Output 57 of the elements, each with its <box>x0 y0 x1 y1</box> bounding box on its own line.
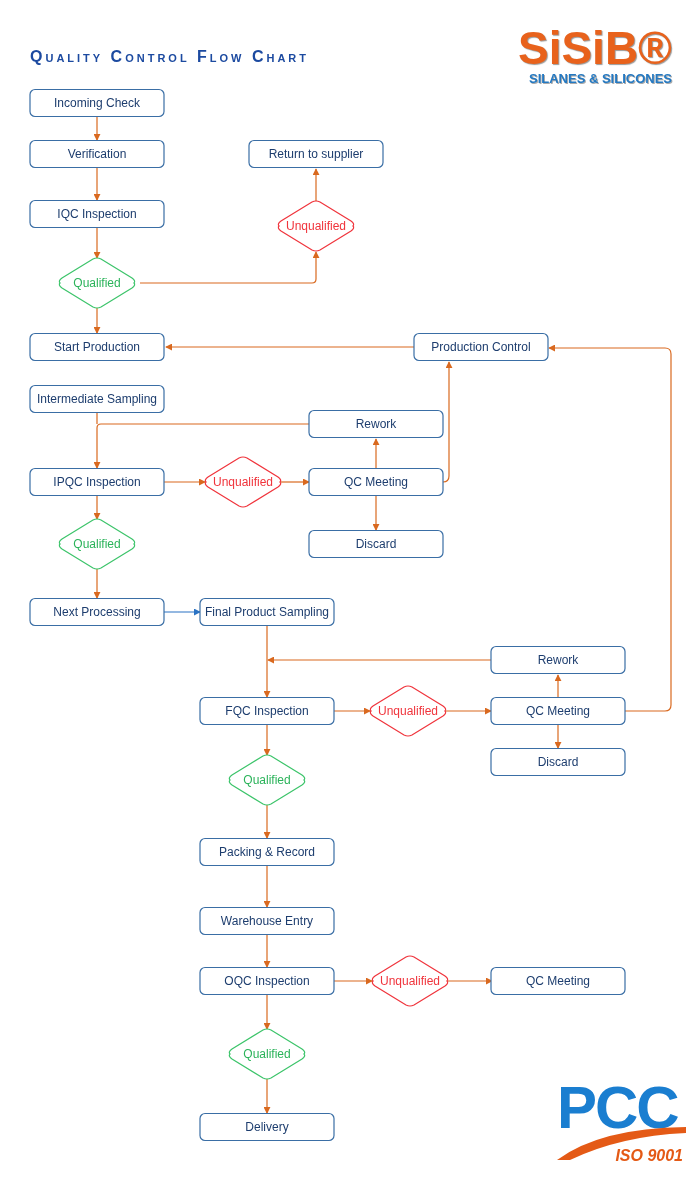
connector-arrow <box>263 934 271 968</box>
process-node: QC Meeting <box>308 467 444 497</box>
connector-arrow <box>333 707 371 715</box>
connector-arrow <box>93 495 101 520</box>
process-node: Rework <box>308 409 444 439</box>
process-node: Intermediate Sampling <box>29 384 165 414</box>
process-node: IPQC Inspection <box>29 467 165 497</box>
process-node: Delivery <box>199 1112 335 1142</box>
process-node: Rework <box>490 645 626 675</box>
decision-node: Qualified <box>58 257 136 309</box>
connector-arrow <box>312 168 320 202</box>
process-node: Return to supplier <box>248 139 384 169</box>
connector-arrow <box>93 227 101 259</box>
process-node: Final Product Sampling <box>199 597 335 627</box>
connector-arrow <box>333 977 373 985</box>
process-node: Next Processing <box>29 597 165 627</box>
connector-arrow <box>163 608 201 616</box>
process-node: OQC Inspection <box>199 966 335 996</box>
process-node: Discard <box>490 747 626 777</box>
process-node: IQC Inspection <box>29 199 165 229</box>
connector-arrow <box>447 977 493 985</box>
decision-node: Unqualified <box>277 200 355 252</box>
decision-node: Unqualified <box>371 955 449 1007</box>
process-node: Discard <box>308 529 444 559</box>
decision-node: Qualified <box>228 1028 306 1080</box>
chart-title: Quality Control Flow Chart <box>30 48 310 66</box>
connector-arrow <box>263 865 271 908</box>
connector-arrow <box>263 994 271 1030</box>
connector-arrow <box>372 438 380 469</box>
connector-arrow <box>93 116 101 141</box>
process-node: Production Control <box>413 332 549 362</box>
connector-arrow <box>280 478 310 486</box>
process-node: Warehouse Entry <box>199 906 335 936</box>
connector-arrow <box>263 724 271 756</box>
connector-arrow <box>263 804 271 839</box>
connector-arrow <box>372 495 380 531</box>
connector-arrow <box>93 307 101 334</box>
decision-node: Unqualified <box>369 685 447 737</box>
process-node: Verification <box>29 139 165 169</box>
process-node: QC Meeting <box>490 966 626 996</box>
decision-node: Unqualified <box>204 456 282 508</box>
process-node: Packing & Record <box>199 837 335 867</box>
process-node: FQC Inspection <box>199 696 335 726</box>
brand-tagline: SILANES & SILICONES <box>528 71 672 86</box>
decision-node: Qualified <box>228 754 306 806</box>
process-node: Start Production <box>29 332 165 362</box>
brand-logo: SiSiB® <box>517 26 672 70</box>
iso-logo: PCC ISO 9001 <box>557 1074 686 1164</box>
connector-arrow <box>163 478 206 486</box>
process-node: Incoming Check <box>29 88 165 118</box>
connector-arrow <box>93 568 101 599</box>
process-node: QC Meeting <box>490 696 626 726</box>
decision-node: Qualified <box>58 518 136 570</box>
connector-arrow <box>554 724 562 749</box>
connector-arrow <box>93 167 101 201</box>
connector-arrow <box>445 707 492 715</box>
connector-arrow <box>263 1078 271 1114</box>
